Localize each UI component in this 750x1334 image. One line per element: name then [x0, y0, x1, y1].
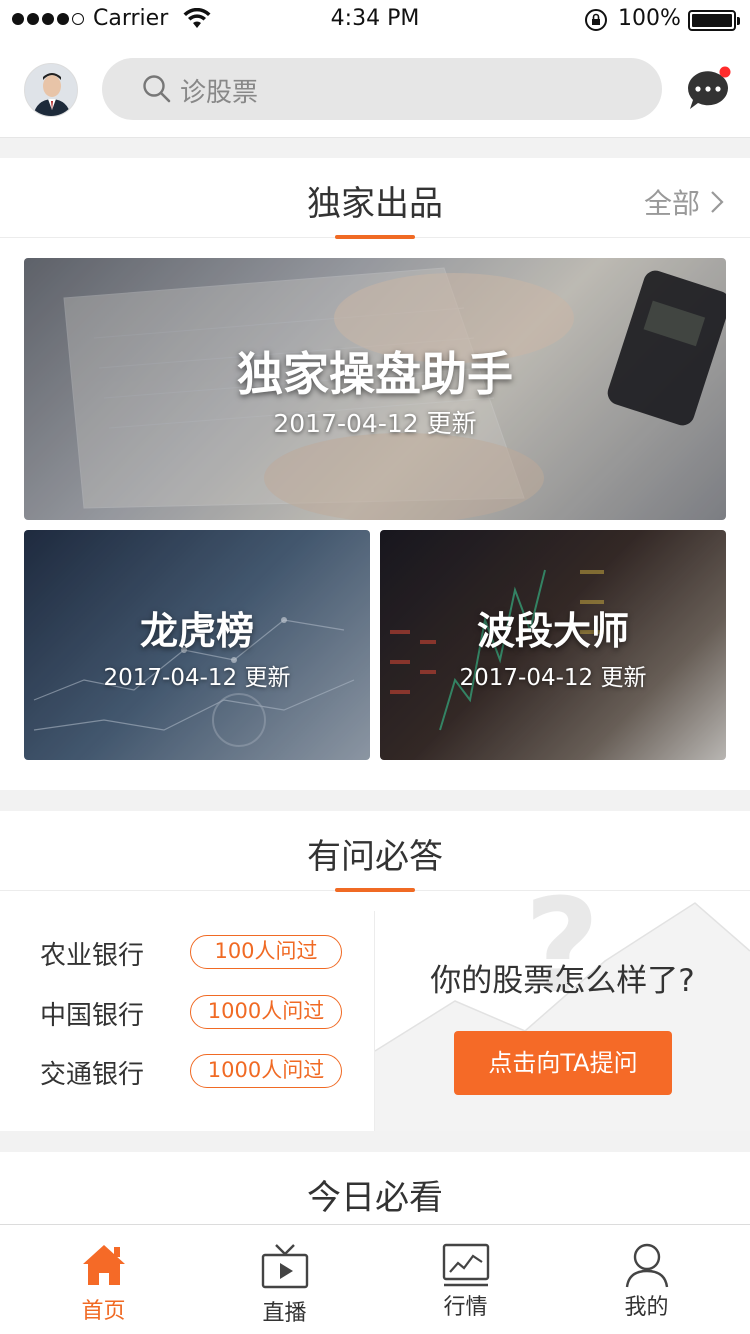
card-update-date: 2017-04-12 更新 — [459, 665, 647, 691]
home-icon — [83, 1245, 125, 1285]
search-placeholder: 诊股票 — [180, 78, 259, 108]
tv-play-icon — [261, 1244, 309, 1289]
orientation-lock-icon — [584, 8, 608, 36]
qa-section: 有问必答 农业银行 100人问过 中国银行 1000人问过 交通银行 1000人… — [0, 811, 750, 1131]
tab-market[interactable]: 行情 — [372, 1225, 559, 1334]
tab-profile[interactable]: 我的 — [553, 1225, 740, 1334]
search-input[interactable]: 诊股票 — [102, 58, 662, 120]
view-all-link[interactable]: 全部 — [644, 182, 724, 222]
top-header: 诊股票 — [0, 40, 750, 138]
status-bar: Carrier 4:34 PM 100% — [0, 0, 750, 40]
tab-label: 行情 — [443, 1295, 488, 1320]
battery-percentage: 100% — [618, 6, 681, 31]
card-update-date: 2017-04-12 更新 — [273, 409, 477, 438]
section-title: 今日必看 — [307, 1178, 443, 1218]
tab-live[interactable]: 直播 — [191, 1225, 378, 1334]
qa-list-item[interactable]: 交通银行 1000人问过 — [40, 1054, 360, 1090]
bottom-tab-bar: 首页 直播 行情 我的 — [0, 1224, 750, 1334]
stock-name: 农业银行 — [40, 941, 145, 971]
tab-home[interactable]: 首页 — [10, 1225, 197, 1334]
profile-icon — [625, 1243, 669, 1288]
stock-name: 交通银行 — [40, 1060, 145, 1090]
section-header: 有问必答 — [0, 811, 750, 892]
asked-count-badge: 100人问过 — [190, 935, 342, 969]
qa-prompt: 你的股票怎么样了? — [430, 963, 695, 999]
feature-card-wave-master[interactable]: 波段大师 2017-04-12 更新 — [380, 530, 726, 760]
asked-count-badge: 1000人问过 — [190, 995, 342, 1029]
qa-list-item[interactable]: 中国银行 1000人问过 — [40, 995, 360, 1031]
tab-label: 直播 — [262, 1301, 307, 1326]
app-screen: Carrier 4:34 PM 100% 诊股票 独家出品 全部 独家操盘助手 … — [0, 0, 750, 1334]
qa-stock-list: 农业银行 100人问过 中国银行 1000人问过 交通银行 1000人问过 — [0, 891, 374, 1131]
exclusive-section: 独家出品 全部 独家操盘助手 2017-04-12 更新 龙虎榜 2017-04… — [0, 158, 750, 790]
qa-list-item[interactable]: 农业银行 100人问过 — [40, 935, 360, 971]
tab-label: 我的 — [624, 1295, 669, 1320]
card-title: 波段大师 — [476, 609, 629, 653]
feature-card-dragon-tiger-list[interactable]: 龙虎榜 2017-04-12 更新 — [24, 530, 370, 760]
search-icon — [142, 74, 172, 108]
today-section: 今日必看 — [0, 1152, 750, 1232]
section-title: 有问必答 — [307, 837, 443, 877]
user-avatar[interactable] — [24, 63, 78, 117]
asked-count-badge: 1000人问过 — [190, 1054, 342, 1088]
view-all-label: 全部 — [643, 187, 700, 220]
ask-question-panel: ? 你的股票怎么样了? 点击向TA提问 — [375, 891, 750, 1131]
chat-bubble-icon — [688, 66, 731, 109]
unread-dot — [719, 66, 731, 78]
card-title: 龙虎榜 — [139, 609, 254, 653]
stock-name: 中国银行 — [40, 1001, 145, 1031]
feature-card-trading-assistant[interactable]: 独家操盘助手 2017-04-12 更新 — [24, 258, 726, 520]
tab-label: 首页 — [81, 1299, 126, 1324]
ask-button[interactable]: 点击向TA提问 — [454, 1031, 672, 1095]
battery-icon — [688, 10, 740, 31]
section-title: 独家出品 — [307, 184, 443, 224]
section-header: 独家出品 全部 — [0, 158, 750, 239]
messages-button[interactable] — [684, 66, 732, 114]
title-underline — [335, 235, 415, 239]
card-update-date: 2017-04-12 更新 — [103, 665, 291, 691]
section-header: 今日必看 — [0, 1152, 750, 1232]
market-chart-icon — [442, 1243, 490, 1287]
mountain-background-icon: ? — [375, 891, 750, 1131]
chevron-right-icon — [711, 191, 724, 213]
card-title: 独家操盘助手 — [237, 347, 513, 401]
